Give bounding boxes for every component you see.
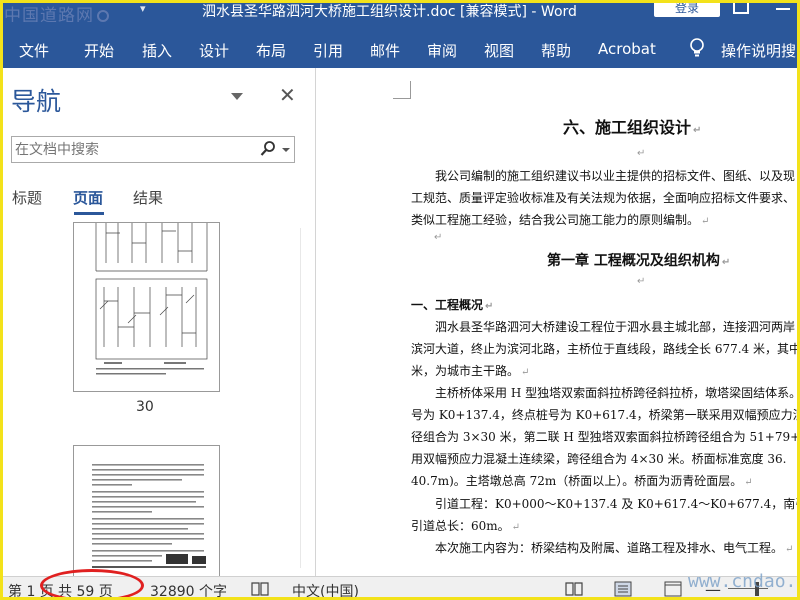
section-title: 六、施工组织设计 ↵ <box>563 118 702 137</box>
doc-line: 工规范、质量评定验收标准及有关法规为依据，全面响应招标文件要求、 <box>411 191 796 205</box>
tab-view[interactable]: 视图 <box>484 40 514 61</box>
document-title: 泗水县圣华路泗河大桥施工组织设计.doc [兼容模式] - Word <box>202 4 577 20</box>
tab-design[interactable]: 设计 <box>199 40 229 61</box>
language-indicator[interactable]: 中文(中国) <box>292 581 359 600</box>
document-canvas[interactable]: 六、施工组织设计 ↵ ↵ 我公司编制的施工组织建议书以业主提供的招标文件、图纸、以… <box>317 68 800 576</box>
doc-line: 引道工程：K0+000～K0+137.4 及 K0+617.4～K0+677.4… <box>435 497 800 511</box>
tab-references[interactable]: 引用 <box>313 40 343 61</box>
tab-results[interactable]: 结果 <box>133 187 163 208</box>
search-input[interactable] <box>15 140 253 160</box>
doc-line: 滨河大道，终止为滨河北路，主桥位于直线段，路线全长 677.4 米，其中桥 <box>411 342 800 356</box>
tab-headings[interactable]: 标题 <box>12 187 42 208</box>
page-corner-mark <box>393 81 411 99</box>
doc-line: 用双幅预应力混凝土连续梁，跨径组合为 4×30 米。桥面标准宽度 36. <box>411 452 787 466</box>
tab-file[interactable]: 文件 <box>19 40 49 61</box>
paragraph-mark: ↵ <box>434 232 443 243</box>
page-thumbnail[interactable] <box>73 222 220 392</box>
doc-line: 径组合为 3×30 米，第二联 H 型独塔双索面斜拉桥跨径组合为 51+79+1… <box>411 430 800 444</box>
minimize-icon[interactable] <box>776 8 790 10</box>
doc-line: 米，为城市主干路。 ↵ <box>411 364 530 378</box>
word-count[interactable]: 32890 个字 <box>150 581 227 600</box>
tab-acrobat[interactable]: Acrobat <box>598 40 656 58</box>
lightbulb-icon[interactable] <box>689 38 705 58</box>
chapter-heading: 第一章 工程概况及组织机构 ↵ <box>547 253 731 269</box>
paragraph-mark: ↵ <box>637 276 646 287</box>
quick-access-toolbar[interactable]: ▾ <box>140 2 146 15</box>
title-bar: 中国道路网 ▾ 泗水县圣华路泗河大桥施工组织设计.doc [兼容模式] - Wo… <box>0 0 800 26</box>
page-thumbnail[interactable] <box>73 445 220 576</box>
ribbon-tabs: 文件 开始 插入 设计 布局 引用 邮件 审阅 视图 帮助 Acrobat 操作… <box>0 22 800 68</box>
ribbon-display-options-icon[interactable] <box>733 0 749 14</box>
tab-home[interactable]: 开始 <box>84 40 114 61</box>
thumbnail-page-number: 30 <box>136 399 154 415</box>
tab-review[interactable]: 审阅 <box>427 40 457 61</box>
web-layout-icon[interactable] <box>664 581 682 597</box>
chevron-down-icon[interactable] <box>231 93 243 100</box>
navigation-pane: 导航 ✕ 标题 页面 结果 <box>0 68 316 576</box>
tab-insert[interactable]: 插入 <box>142 40 172 61</box>
close-icon[interactable]: ✕ <box>279 83 296 107</box>
book-proofing-icon[interactable] <box>251 581 269 597</box>
active-tab-indicator <box>74 212 104 215</box>
text-thumbnail-image <box>92 464 206 568</box>
tell-me-search[interactable]: 操作说明搜 <box>721 40 796 61</box>
doc-line: 泗水县圣华路泗河大桥建设工程位于泗水县主城北部，连接泗河两岸 <box>435 320 796 334</box>
nav-title: 导航 <box>11 87 62 116</box>
paragraph-mark: ↵ <box>637 148 646 159</box>
site-watermark-url: www.cndao.com <box>688 571 800 592</box>
nav-search-box[interactable] <box>11 136 295 163</box>
nav-scrollbar[interactable] <box>300 228 301 568</box>
login-button[interactable]: 登录 <box>654 0 720 17</box>
search-icon[interactable] <box>260 140 276 158</box>
tab-mailings[interactable]: 邮件 <box>370 40 400 61</box>
doc-line: 引道总长：60m。 ↵ <box>411 519 521 533</box>
tab-layout[interactable]: 布局 <box>256 40 286 61</box>
doc-line: 我公司编制的施工组织建议书以业主提供的招标文件、图纸、以及现 <box>435 169 796 183</box>
read-mode-icon[interactable] <box>565 581 583 597</box>
tab-pages[interactable]: 页面 <box>73 187 103 208</box>
tab-help[interactable]: 帮助 <box>541 40 571 61</box>
doc-line: 类似工程施工经验，结合我公司施工能力的原则编制。 ↵ <box>411 213 710 227</box>
drawing-thumbnail-image <box>95 223 208 375</box>
highlight-ellipse <box>40 569 144 600</box>
search-options-chevron-icon[interactable] <box>282 148 290 152</box>
doc-line: 本次施工内容为：桥梁结构及附属、道路工程及排水、电气工程。 ↵ <box>435 541 794 555</box>
doc-line: 号为 K0+137.4，终点桩号为 K0+617.4，桥梁第一联采用双幅预应力混… <box>411 408 800 422</box>
doc-line: 主桥桥体采用 H 型独塔双索面斜拉桥跨径斜拉桥，墩塔梁固结体系。 <box>435 386 800 400</box>
print-layout-icon[interactable] <box>614 581 632 597</box>
subsection-heading: 一、工程概况 ↵ <box>411 298 494 312</box>
doc-line: 40.7m)。主塔墩总高 72m（桥面以上）。桥面为沥青砼面层。 ↵ <box>411 474 753 488</box>
